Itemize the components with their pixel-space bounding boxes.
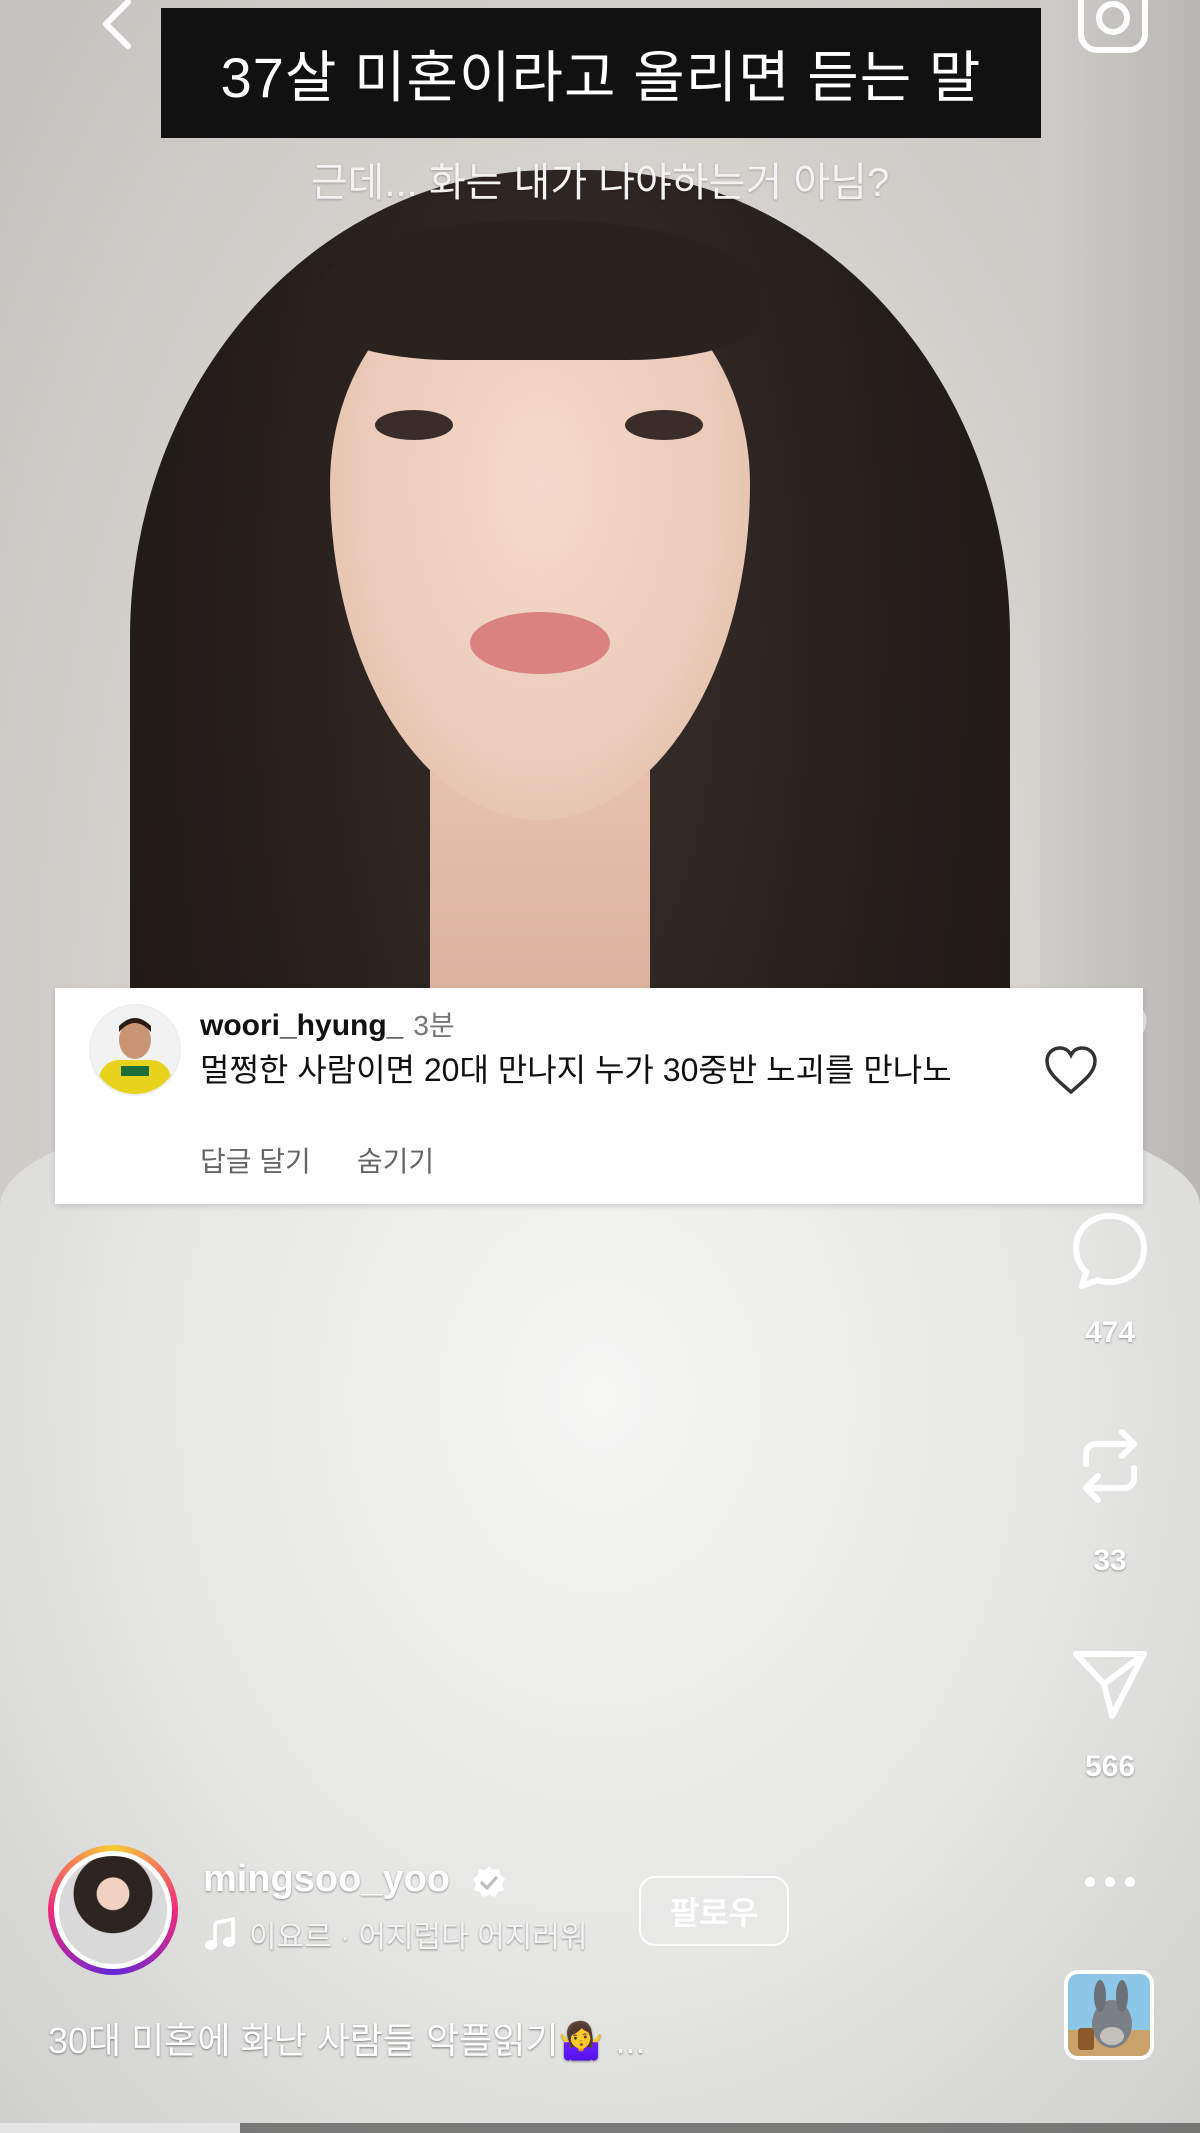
video-subject-lips	[470, 612, 610, 674]
reel-screen: 37살 미혼이라고 올리면 듣는 말 근데... 화는 내가 나야하는거 아님?…	[0, 0, 1200, 2133]
comment-time: 3분	[413, 1010, 455, 1041]
comment-actions: 답글 달기 숨기기	[200, 1140, 434, 1180]
overlay-title: 37살 미혼이라고 올리면 듣는 말	[220, 45, 982, 109]
audio-thumbnail[interactable]	[1064, 1970, 1154, 2060]
commenter-avatar-image	[91, 1006, 179, 1094]
reposts-count: 33	[1093, 1544, 1127, 1577]
hide-comment-button[interactable]: 숨기기	[357, 1140, 434, 1180]
video-subject-eye-left	[375, 410, 453, 440]
verified-badge-icon	[473, 1866, 505, 1897]
video-subject-shirt	[0, 1080, 1200, 2133]
video-progress-fill	[0, 2123, 240, 2133]
follow-button[interactable]: 팔로우	[639, 1876, 789, 1946]
author-avatar-image	[59, 1856, 167, 1964]
overlay-title-banner: 37살 미혼이라고 올리면 듣는 말	[161, 8, 1041, 138]
comment-heart-icon[interactable]	[1043, 1044, 1099, 1096]
comment-text: 멀쩡한 사람이면 20대 만나지 누가 30중반 노괴를 만나노	[200, 1052, 952, 1088]
music-row[interactable]: 이요르 · 어지럽다 어지러워	[203, 1912, 588, 1956]
video-subject-eye-right	[625, 410, 703, 440]
author-username[interactable]: mingsoo_yoo	[203, 1858, 450, 1901]
shares-count: 566	[1084, 1750, 1136, 1783]
caption[interactable]: 30대 미혼에 화난 사람들 악플읽기🤷‍♀️...	[48, 2012, 645, 2064]
caption-more[interactable]: ...	[615, 2020, 645, 2061]
commenter-username[interactable]: woori_hyung_	[200, 1009, 403, 1042]
caption-text: 30대 미혼에 화난 사람들 악플읽기🤷‍♀️	[48, 2020, 604, 2061]
camera-icon[interactable]	[1075, 0, 1151, 60]
reply-button[interactable]: 답글 달기	[200, 1140, 311, 1180]
repost-icon[interactable]	[1068, 1424, 1152, 1508]
pinned-comment-card[interactable]: woori_hyung_ 3분 멀쩡한 사람이면 20대 만나지 누가 30중반 …	[55, 988, 1143, 1204]
commenter-username-row: woori_hyung_ 3분	[200, 1004, 455, 1044]
comment-bubble-icon[interactable]	[1068, 1208, 1152, 1292]
comments-count: 474	[1084, 1316, 1136, 1349]
chevron-left-icon[interactable]	[92, 0, 152, 60]
music-title: 이요르 · 어지럽다 어지러워	[249, 1921, 588, 1954]
commenter-avatar[interactable]	[89, 1004, 181, 1096]
donkey-audio-icon	[1068, 1974, 1150, 2056]
video-progress-bar[interactable]	[0, 2123, 1200, 2133]
send-icon[interactable]	[1068, 1640, 1152, 1724]
overlay-subtitle: 근데... 화는 내가 나야하는거 아님?	[310, 161, 890, 205]
more-icon[interactable]	[1082, 1870, 1138, 1894]
author-avatar[interactable]	[48, 1845, 178, 1975]
video-subject-bangs	[320, 220, 760, 360]
music-note-icon	[205, 1917, 235, 1950]
